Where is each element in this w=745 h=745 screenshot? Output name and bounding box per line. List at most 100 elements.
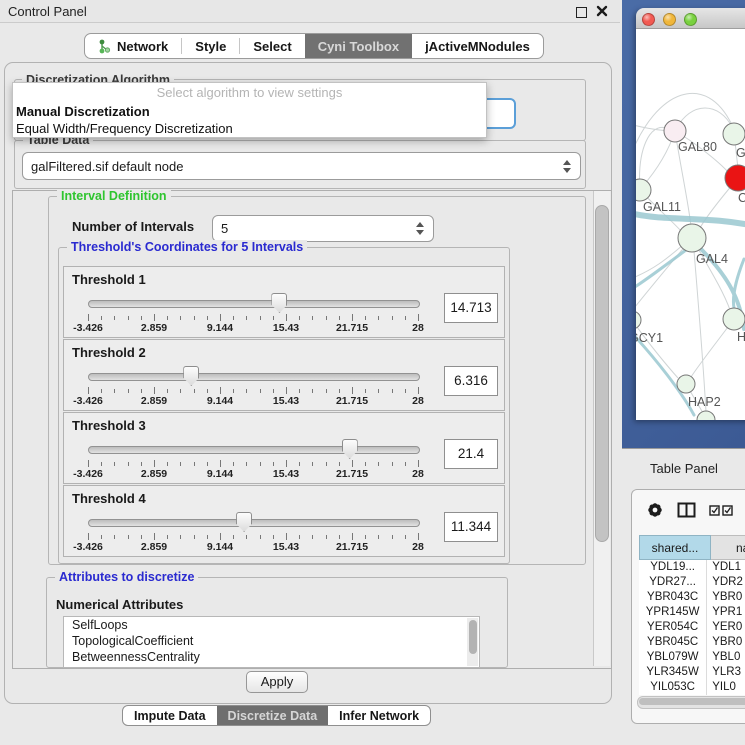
tick-mark <box>365 462 366 466</box>
network-node[interactable] <box>697 411 715 420</box>
tab-network[interactable]: Network <box>85 34 181 58</box>
table-row[interactable]: YIL053CYIL0 <box>639 680 745 695</box>
network-window-titlebar[interactable] <box>636 8 745 29</box>
tick-mark <box>418 314 419 321</box>
cell-shared-name: YIL053C <box>639 680 706 695</box>
number-of-intervals-label: Number of Intervals <box>72 219 194 234</box>
minimize-traffic-light-icon[interactable] <box>663 13 676 26</box>
threshold-slider-thumb[interactable] <box>183 366 199 386</box>
threshold-slider-thumb[interactable] <box>236 512 252 532</box>
tick-mark <box>339 462 340 466</box>
tick-mark <box>339 389 340 393</box>
threshold-slider-track[interactable] <box>88 519 420 527</box>
network-node-gcy1[interactable] <box>636 311 641 329</box>
horizontal-scrollbar-thumb[interactable] <box>639 698 745 705</box>
tab-jactivemnodules[interactable]: jActiveMNodules <box>412 34 543 58</box>
table-row[interactable]: YDR27...YDR2 <box>639 575 745 590</box>
tick-mark <box>220 314 221 321</box>
list-item[interactable]: TopologicalCoefficient <box>64 633 479 649</box>
close-traffic-light-icon[interactable] <box>642 13 655 26</box>
tick-mark <box>128 389 129 393</box>
network-node-label: C <box>738 191 745 205</box>
network-node-c[interactable] <box>725 165 745 191</box>
network-node-hap2[interactable] <box>677 375 695 393</box>
table-panel-title: Table Panel <box>650 461 718 476</box>
list-scrollbar-thumb[interactable] <box>469 620 477 654</box>
threshold-slider-thumb[interactable] <box>342 439 358 459</box>
combobox-arrows-icon <box>559 160 575 173</box>
network-node-gal11[interactable] <box>636 179 651 201</box>
table-row[interactable]: YBR043CYBR0 <box>639 590 745 605</box>
cell-name: YLR3 <box>706 665 745 680</box>
threshold-value-field[interactable]: 14.713 <box>444 293 498 323</box>
threshold-slider-track[interactable] <box>88 300 420 308</box>
tick-mark <box>365 389 366 393</box>
tick-mark <box>326 462 327 466</box>
threshold-slider-thumb[interactable] <box>271 293 287 313</box>
bottom-tab-impute-data[interactable]: Impute Data <box>123 706 217 725</box>
network-window: GAL80GACGAL11GAL4GCY1HHAP2 <box>636 8 745 420</box>
tick-mark <box>114 535 115 539</box>
tick-mark <box>128 535 129 539</box>
vertical-scrollbar-thumb[interactable] <box>595 205 609 542</box>
horizontal-scrollbar[interactable] <box>637 696 745 709</box>
tick-mark <box>88 460 89 467</box>
tab-cyni-toolbox[interactable]: Cyni Toolbox <box>305 34 412 58</box>
network-canvas[interactable]: GAL80GACGAL11GAL4GCY1HHAP2 <box>636 29 745 420</box>
algorithm-option-equal-width[interactable]: Equal Width/Frequency Discretization <box>13 120 486 137</box>
tick-mark <box>378 535 379 539</box>
close-icon[interactable] <box>595 4 609 18</box>
network-node-gal4[interactable] <box>678 224 706 252</box>
table-row[interactable]: YBR045CYBR0 <box>639 635 745 650</box>
threshold-slider-track[interactable] <box>88 373 420 381</box>
tick-mark <box>392 316 393 320</box>
network-node-ga[interactable] <box>723 123 745 145</box>
apply-button[interactable]: Apply <box>246 671 308 693</box>
tick-mark <box>378 316 379 320</box>
bottom-tab-discretize-data[interactable]: Discretize Data <box>217 706 329 725</box>
column-header-shared-name[interactable]: shared... <box>639 535 711 560</box>
checkbox-icon[interactable] <box>722 505 733 516</box>
algorithm-placeholder-option[interactable]: Select algorithm to view settings <box>13 83 486 103</box>
list-item[interactable]: SelfLoops <box>64 617 479 633</box>
tab-label: Cyni Toolbox <box>318 39 399 54</box>
cell-shared-name: YDR27... <box>639 575 706 590</box>
threshold-value-field[interactable]: 11.344 <box>444 512 498 542</box>
slider-tick-labels: -3.4262.8599.14415.4321.71528 <box>88 468 418 480</box>
tab-style[interactable]: Style <box>182 34 239 58</box>
bottom-tab-infer-network[interactable]: Infer Network <box>328 706 430 725</box>
network-node-label: GCY1 <box>636 331 663 345</box>
tick-mark <box>167 389 168 393</box>
table-data-combobox[interactable]: galFiltered.sif default node <box>22 152 581 180</box>
threshold-value-field[interactable]: 6.316 <box>444 366 498 396</box>
table-row[interactable]: YBL079WYBL0 <box>639 650 745 665</box>
algorithm-option-manual[interactable]: Manual Discretization <box>13 103 486 120</box>
number-of-intervals-combobox[interactable]: 5 <box>212 215 434 242</box>
zoom-traffic-light-icon[interactable] <box>684 13 697 26</box>
float-window-icon[interactable] <box>576 7 587 18</box>
tick-mark <box>312 462 313 466</box>
table-row[interactable]: YLR345WYLR3 <box>639 665 745 680</box>
tick-mark <box>88 387 89 394</box>
checkbox-icon[interactable] <box>709 505 720 516</box>
column-header-name[interactable]: name <box>711 535 745 560</box>
network-node-h[interactable] <box>723 308 745 330</box>
list-scrollbar[interactable] <box>467 618 478 666</box>
list-item[interactable]: BetweennessCentrality <box>64 649 479 665</box>
cell-name: YDR2 <box>706 575 745 590</box>
tick-mark <box>273 462 274 466</box>
gear-icon[interactable] <box>646 501 664 519</box>
table-row[interactable]: YDL19...YDL1 <box>639 560 745 575</box>
split-columns-icon[interactable] <box>677 502 696 518</box>
tab-select[interactable]: Select <box>240 34 304 58</box>
network-node-gal80[interactable] <box>664 120 686 142</box>
tick-label: 9.144 <box>207 395 233 407</box>
numerical-attributes-list[interactable]: SelfLoopsTopologicalCoefficientBetweenne… <box>63 616 480 668</box>
tick-mark <box>128 462 129 466</box>
table-row[interactable]: YPR145WYPR1 <box>639 605 745 620</box>
tick-mark <box>299 535 300 539</box>
threshold-value-field[interactable]: 21.4 <box>444 439 498 469</box>
threshold-slider-track[interactable] <box>88 446 420 454</box>
table-row[interactable]: YER054CYER0 <box>639 620 745 635</box>
network-node-label: H <box>737 330 745 344</box>
